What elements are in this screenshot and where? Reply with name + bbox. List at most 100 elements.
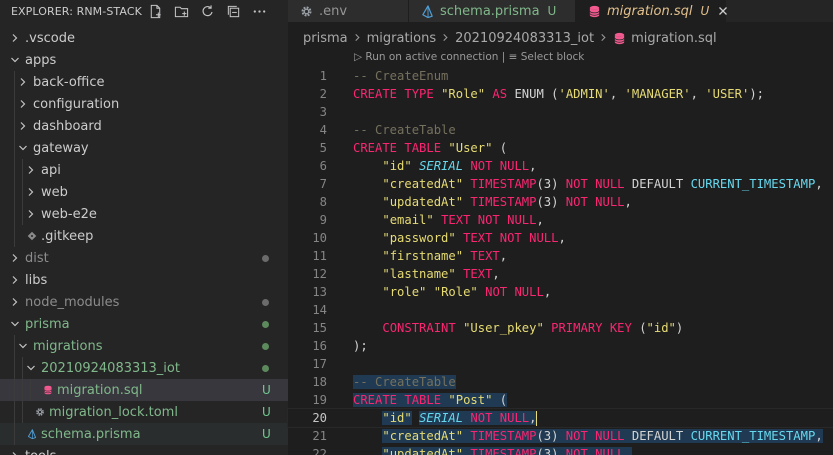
chevron-down-icon[interactable] — [10, 55, 20, 65]
code-token: "lastname" — [382, 267, 456, 281]
chevron-right-icon[interactable] — [10, 253, 20, 263]
folder-20210924083313-iot[interactable]: 20210924083313_iot — [0, 357, 288, 379]
file-migration-sql[interactable]: migration.sql U — [0, 379, 288, 401]
chevron-right-icon[interactable] — [10, 33, 20, 43]
line-number: 1 — [319, 69, 327, 83]
tree-item-label: .vscode — [25, 30, 75, 46]
code-token: "User_pkey" — [463, 321, 544, 335]
breadcrumb-item[interactable]: migrations — [367, 31, 437, 46]
tab-migration-sql[interactable]: migration.sql U — [576, 0, 728, 22]
breadcrumb-item[interactable]: migration.sql — [631, 31, 717, 46]
code-line[interactable]: 7 "createdAt" TIMESTAMP(3) NOT NULL DEFA… — [288, 175, 833, 193]
collapse-all-icon[interactable] — [226, 0, 252, 22]
code-token: (3) — [536, 177, 559, 191]
folder-prisma[interactable]: prisma — [0, 313, 288, 335]
code-text: "updatedAt" TIMESTAMP(3) NOT NULL, — [353, 193, 632, 211]
folder-configuration[interactable]: configuration — [0, 93, 288, 115]
code-token: CONSTRAINT — [382, 321, 464, 335]
chevron-right-icon[interactable] — [10, 275, 20, 285]
file-gitkeep[interactable]: .gitkeep — [0, 225, 288, 247]
codelens-actions[interactable]: ▷ Run on active connection | ≡ Select bl… — [354, 51, 584, 63]
code-line[interactable]: 11 "firstname" TEXT, — [288, 247, 833, 265]
new-folder-icon[interactable] — [174, 0, 200, 22]
code-line[interactable]: 4 -- CreateTable — [288, 121, 833, 139]
chevron-right-icon[interactable] — [18, 121, 28, 131]
code-line[interactable]: 3 — [288, 103, 833, 121]
code-line[interactable]: 16); — [288, 337, 833, 355]
tab-schema-prisma[interactable]: schema.prisma U — [409, 0, 576, 22]
breadcrumb: prisma migrations 20210924083313_iot migrat… — [303, 28, 717, 48]
folder-migrations[interactable]: migrations — [0, 335, 288, 357]
git-status-badge: U — [262, 405, 271, 419]
indent-guide — [22, 159, 23, 181]
indent-guide — [14, 225, 15, 247]
code-token: NOT NULL — [463, 159, 530, 173]
line-number: 17 — [312, 357, 327, 371]
folder-dist[interactable]: dist — [0, 247, 288, 269]
code-line[interactable]: 18 -- CreateTable — [288, 373, 833, 391]
code-line[interactable]: 21 "createdAt" TIMESTAMP(3) NOT NULL DEF… — [288, 427, 833, 445]
new-file-icon[interactable] — [148, 0, 174, 22]
explorer-actions — [148, 0, 278, 22]
code-line[interactable]: 15 CONSTRAINT "User_pkey" PRIMARY KEY ("… — [288, 319, 833, 337]
code-line[interactable]: 9 "email" TEXT NOT NULL, — [288, 211, 833, 229]
chevron-right-icon[interactable] — [26, 165, 36, 175]
file-migration-lock-toml[interactable]: migration_lock.toml U — [0, 401, 288, 423]
refresh-icon[interactable] — [200, 0, 226, 22]
chevron-down-icon[interactable] — [18, 341, 28, 351]
folder-tools[interactable]: tools — [0, 445, 288, 455]
chevron-right-icon[interactable] — [18, 77, 28, 87]
tree-item-label: apps — [25, 52, 57, 68]
code-token: DEFAULT — [624, 177, 691, 191]
chevron-right-icon[interactable] — [10, 451, 20, 455]
folder-api[interactable]: api — [0, 159, 288, 181]
code-line[interactable]: 1 -- CreateEnum — [288, 67, 833, 85]
tree-item-label: dist — [25, 250, 49, 266]
breadcrumb-item[interactable]: 20210924083313_iot — [455, 31, 594, 46]
chevron-right-icon[interactable] — [26, 209, 36, 219]
indent-guide — [14, 137, 15, 159]
close-icon[interactable] — [718, 6, 728, 16]
folder-back-office[interactable]: back-office — [0, 71, 288, 93]
code-line[interactable]: 17 — [288, 355, 833, 373]
indent-guide — [14, 159, 15, 181]
folder-web-e2e[interactable]: web-e2e — [0, 203, 288, 225]
chevron-down-icon[interactable] — [10, 319, 20, 329]
tree-item-label: libs — [25, 272, 48, 288]
code-line[interactable]: 8 "updatedAt" TIMESTAMP(3) NOT NULL, — [288, 193, 833, 211]
git-status-dot — [262, 298, 269, 306]
code-text: "createdAt" TIMESTAMP(3) NOT NULL DEFAUL… — [353, 175, 822, 193]
folder-gateway[interactable]: gateway — [0, 137, 288, 159]
folder-vscode[interactable]: .vscode — [0, 27, 288, 49]
chevron-down-icon[interactable] — [26, 363, 36, 373]
code-line[interactable]: 10 "password" TEXT NOT NULL, — [288, 229, 833, 247]
folder-node-modules[interactable]: node_modules — [0, 291, 288, 313]
code-line[interactable]: 19 CREATE TABLE "Post" ( — [288, 391, 833, 409]
chevron-right-icon[interactable] — [18, 99, 28, 109]
chevron-right-icon[interactable] — [26, 187, 36, 197]
breadcrumb-item[interactable]: prisma — [303, 31, 348, 46]
chevron-right-icon[interactable] — [10, 297, 20, 307]
folder-dashboard[interactable]: dashboard — [0, 115, 288, 137]
tree-item-label: 20210924083313_iot — [41, 360, 180, 376]
tab-env[interactable]: .env — [288, 0, 409, 22]
code-editor[interactable]: 1 -- CreateEnum 2 CREATE TYPE "Role" AS ENU… — [287, 67, 833, 455]
code-line[interactable]: 5 CREATE TABLE "User" ( — [288, 139, 833, 157]
folder-libs[interactable]: libs — [0, 269, 288, 291]
chevron-down-icon[interactable] — [18, 143, 28, 153]
folder-web[interactable]: web — [0, 181, 288, 203]
folder-apps[interactable]: apps — [0, 49, 288, 71]
code-line[interactable]: 14 — [288, 301, 833, 319]
code-token: TIMESTAMP — [463, 447, 537, 455]
tab-label: .env — [319, 3, 348, 19]
code-line[interactable]: 13 "role" "Role" NOT NULL, — [288, 283, 833, 301]
code-line[interactable]: 20 "id" SERIAL NOT NULL, — [287, 408, 833, 428]
code-line[interactable]: 2 CREATE TYPE "Role" AS ENUM ('ADMIN', 'M… — [288, 85, 833, 103]
code-line[interactable]: 6 "id" SERIAL NOT NULL, — [288, 157, 833, 175]
code-line[interactable]: 22 "updatedAt" TIMESTAMP(3) NOT NULL, — [288, 445, 833, 455]
code-line[interactable]: 12 "lastname" TEXT, — [288, 265, 833, 283]
file-schema-prisma[interactable]: schema.prisma U — [0, 423, 288, 445]
more-actions-icon[interactable] — [252, 0, 278, 22]
